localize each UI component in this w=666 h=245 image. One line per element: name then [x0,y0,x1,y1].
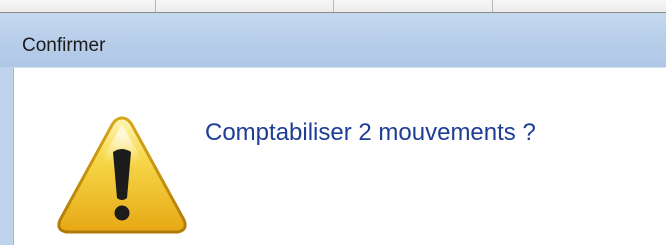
column-separator [333,0,334,12]
column-separator [155,0,156,12]
background-app-strip [0,0,666,13]
warning-icon [57,116,187,234]
confirm-dialog: Confirmer Comptabiliser 2 mouvements ? [0,13,666,245]
screen: Confirmer Comptabiliser 2 mouvements ? [0,0,666,245]
dialog-message: Comptabiliser 2 mouvements ? [205,119,536,146]
dialog-body: Comptabiliser 2 mouvements ? [13,67,666,245]
column-separator [492,0,493,12]
dialog-titlebar[interactable]: Confirmer [0,13,666,67]
dialog-title: Confirmer [22,35,106,56]
